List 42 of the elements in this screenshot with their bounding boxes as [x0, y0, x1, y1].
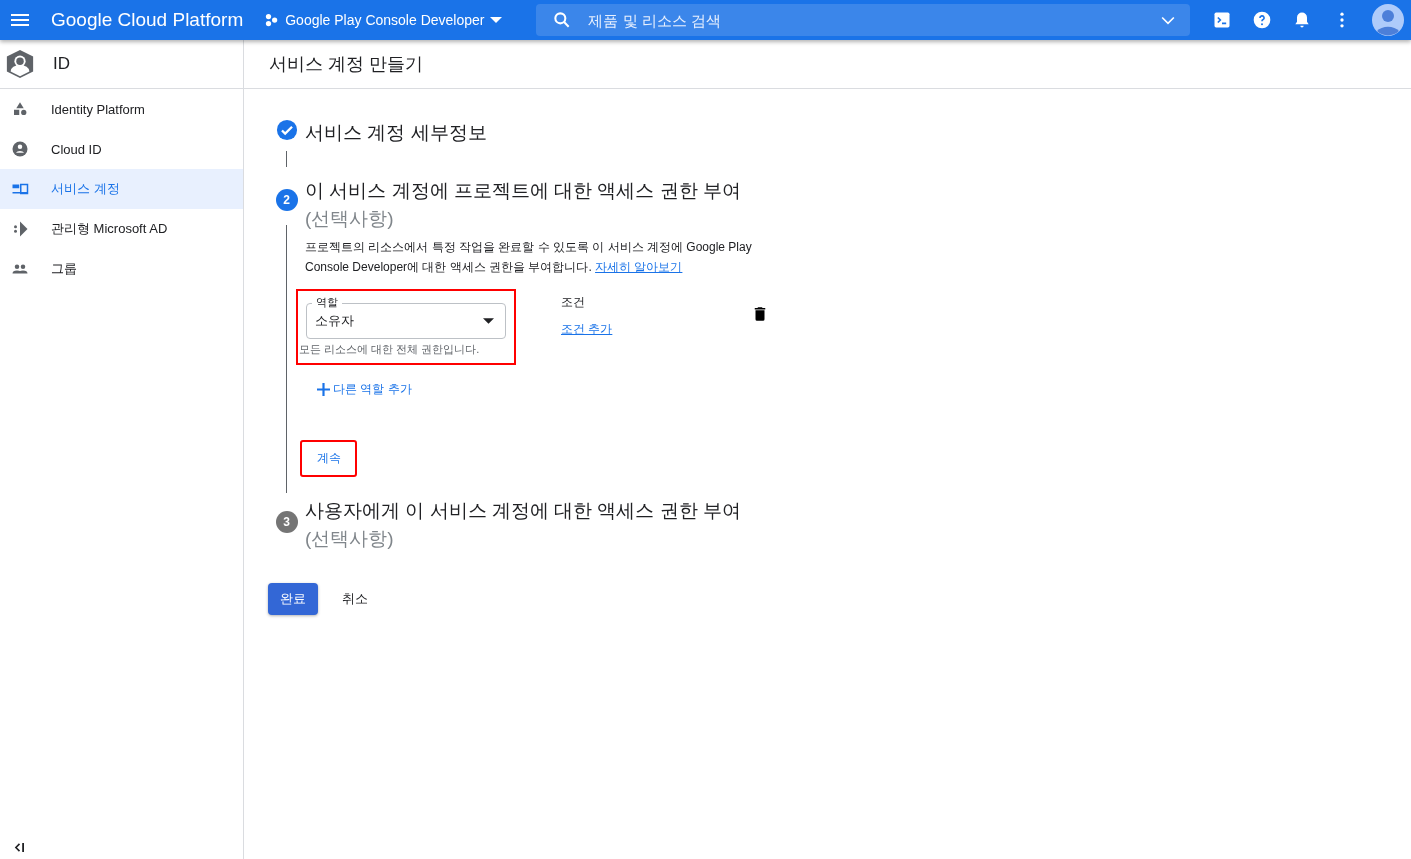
- diamond-icon: [11, 220, 29, 238]
- sidebar-item[interactable]: Identity Platform: [0, 89, 243, 129]
- page-title: 서비스 계정 만들기: [269, 53, 423, 76]
- step-description: 프로젝트의 리소스에서 특정 작업을 완료할 수 있도록 이 서비스 계정에 Google Play Console Developer에 대한 액세스 권한을 부여합니다. 자세히 알아보기: [305, 239, 753, 276]
- step-number: 3: [275, 511, 298, 533]
- shapes-icon: [11, 100, 29, 118]
- collapse-icon[interactable]: [14, 843, 25, 852]
- id-product-icon: [5, 49, 35, 79]
- check-circle-icon: [275, 119, 298, 141]
- condition-label: 조건: [561, 294, 586, 311]
- brand-name[interactable]: Google Cloud Platform: [51, 9, 244, 31]
- search-field[interactable]: 제품 및 리소스 검색: [536, 4, 1191, 36]
- avatar-icon[interactable]: [1372, 4, 1405, 36]
- sidebar-item[interactable]: 그룹: [0, 249, 243, 289]
- step-title: 사용자에게 이 서비스 계정에 대한 액세스 권한 부여: [305, 499, 741, 523]
- sidebar-item[interactable]: 서비스 계정: [0, 169, 243, 209]
- caret-icon: [490, 17, 503, 23]
- sidebar-item[interactable]: Cloud ID: [0, 129, 243, 169]
- role-hint: 모든 리소스에 대한 전체 권한입니다.: [299, 342, 481, 357]
- add-condition-link[interactable]: 조건 추가: [561, 321, 751, 338]
- person-icon: [11, 140, 29, 158]
- step-title: 서비스 계정 세부정보: [305, 121, 487, 145]
- sidebar-item[interactable]: 관리형 Microsoft AD: [0, 209, 243, 249]
- terminal-icon[interactable]: [1212, 10, 1233, 30]
- continue-button[interactable]: 계속: [300, 440, 357, 477]
- plus-icon: [317, 383, 330, 396]
- add-role-button[interactable]: 다른 역할 추가: [317, 381, 412, 398]
- learn-more-link[interactable]: 자세히 알아보기: [595, 260, 683, 274]
- done-button[interactable]: 완료: [268, 583, 318, 615]
- help-icon[interactable]: [1252, 10, 1273, 30]
- role-select[interactable]: 역할 소유자: [306, 294, 506, 339]
- step-title: 이 서비스 계정에 프로젝트에 대한 액세스 권한 부여: [305, 179, 742, 203]
- search-input[interactable]: 제품 및 리소스 검색: [586, 10, 1145, 30]
- step-number: 2: [275, 189, 298, 211]
- cancel-button[interactable]: 취소: [342, 590, 368, 608]
- dots-icon: [265, 13, 280, 27]
- optional-label: (선택사항): [305, 527, 395, 551]
- product-title: ID: [53, 54, 70, 74]
- role-label: 역할: [312, 295, 342, 309]
- optional-label: (선택사항): [305, 207, 395, 231]
- caret-icon: [483, 318, 494, 324]
- project-selector[interactable]: Google Play Console Developer: [265, 12, 503, 28]
